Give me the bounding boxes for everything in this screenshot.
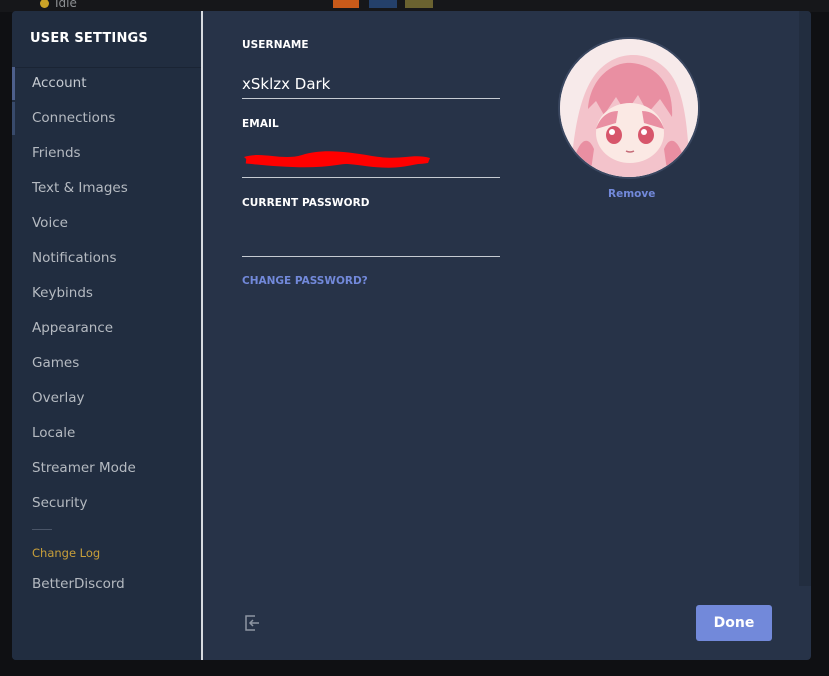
username-label: USERNAME <box>242 39 309 51</box>
settings-sidebar: USER SETTINGS Account Connections Friend… <box>12 11 201 660</box>
background-thumbnails <box>333 0 433 8</box>
remove-avatar-link[interactable]: Remove <box>608 188 655 200</box>
sidebar-item-voice[interactable]: Voice <box>12 206 201 241</box>
current-password-field[interactable] <box>242 228 500 257</box>
sidebar-item-friends[interactable]: Friends <box>12 136 201 171</box>
current-password-label: CURRENT PASSWORD <box>242 197 370 209</box>
sidebar-item-locale[interactable]: Locale <box>12 416 201 451</box>
scrollbar-track[interactable] <box>799 11 811 586</box>
sidebar-item-changelog[interactable]: Change Log <box>32 546 100 560</box>
sidebar-title: USER SETTINGS <box>30 31 148 46</box>
background-status-text: Idle <box>55 0 77 10</box>
sidebar-item-appearance[interactable]: Appearance <box>12 311 201 346</box>
sidebar-item-keybinds[interactable]: Keybinds <box>12 276 201 311</box>
done-button[interactable]: Done <box>696 605 772 641</box>
sidebar-item-connections[interactable]: Connections <box>12 101 201 136</box>
sidebar-item-overlay[interactable]: Overlay <box>12 381 201 416</box>
sidebar-item-text-images[interactable]: Text & Images <box>12 171 201 206</box>
user-settings-modal: USER SETTINGS Account Connections Friend… <box>12 11 811 660</box>
email-redaction-scribble <box>244 151 430 168</box>
username-field[interactable] <box>242 70 500 99</box>
background-status: Idle <box>40 0 77 10</box>
idle-status-icon <box>40 0 49 8</box>
sidebar-item-betterdiscord[interactable]: BetterDiscord <box>12 567 201 602</box>
email-label: EMAIL <box>242 118 279 130</box>
logout-icon[interactable] <box>243 614 261 632</box>
avatar-image <box>560 39 698 177</box>
avatar[interactable] <box>560 39 698 177</box>
sidebar-item-notifications[interactable]: Notifications <box>12 241 201 276</box>
sidebar-item-account[interactable]: Account <box>12 66 201 101</box>
sidebar-divider <box>32 529 52 530</box>
change-password-link[interactable]: CHANGE PASSWORD? <box>242 275 368 287</box>
sidebar-item-games[interactable]: Games <box>12 346 201 381</box>
sidebar-content-divider <box>201 11 203 660</box>
sidebar-item-streamer-mode[interactable]: Streamer Mode <box>12 451 201 486</box>
sidebar-item-security[interactable]: Security <box>12 486 201 521</box>
